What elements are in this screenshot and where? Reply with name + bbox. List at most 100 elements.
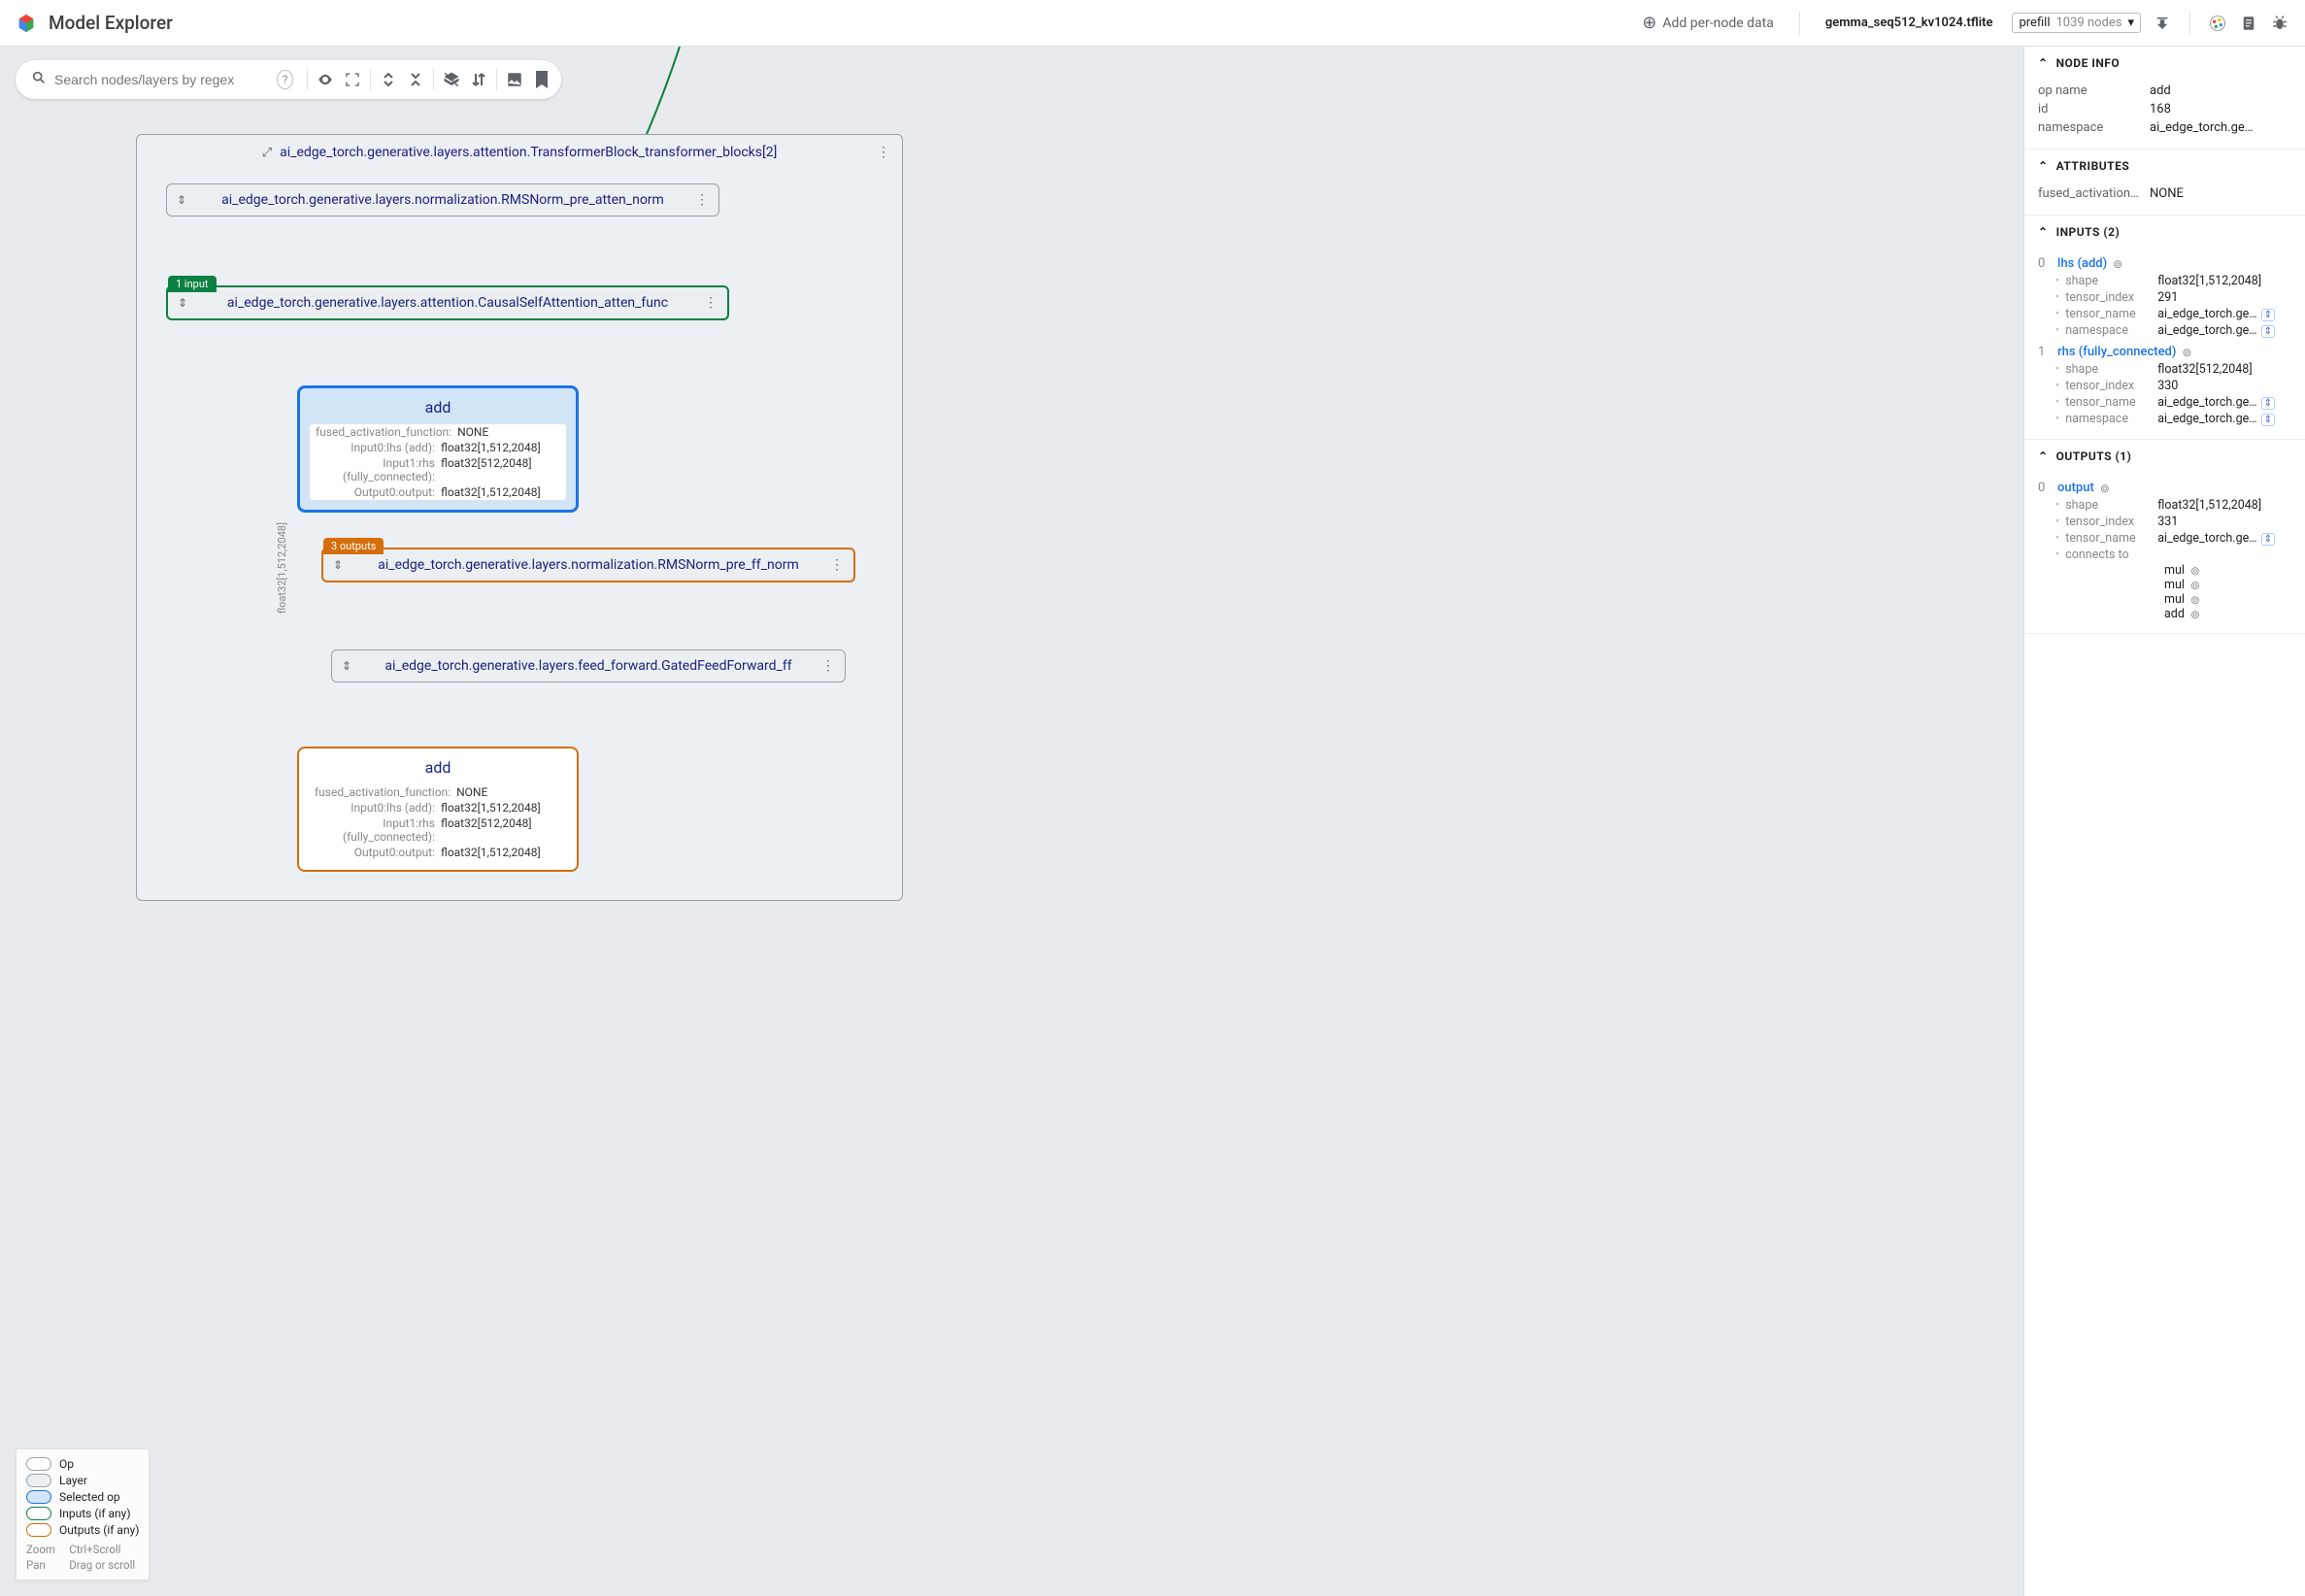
op-row-value: NONE: [456, 785, 561, 799]
pre-ff-norm-layer[interactable]: 3 outputs ⇕ ai_edge_torch.generative.lay…: [321, 548, 855, 582]
expand-icon[interactable]: ⇕: [342, 659, 351, 673]
locate-icon[interactable]: ⊚: [2182, 346, 2191, 359]
locate-icon[interactable]: ⊚: [2190, 608, 2200, 621]
search-icon: [31, 70, 47, 89]
section-title: OUTPUTS (1): [2056, 449, 2132, 463]
locate-icon[interactable]: ⊚: [2190, 579, 2200, 592]
block-title: ai_edge_torch.generative.layers.attentio…: [280, 145, 777, 160]
floating-toolbar: ?: [16, 60, 561, 99]
document-icon[interactable]: [2239, 14, 2258, 33]
op-row-value: float32[1,512,2048]: [441, 801, 561, 815]
chevron-up-icon: ⌃: [2038, 225, 2049, 239]
more-icon[interactable]: ⋮: [695, 192, 709, 208]
expand-all-icon[interactable]: [375, 66, 402, 93]
link-chip[interactable]: ⇕: [2261, 325, 2275, 338]
info-key: op name: [2038, 83, 2150, 98]
info-key: namespace: [2038, 120, 2150, 135]
prop-value: 291: [2157, 290, 2291, 305]
pre-atten-norm-layer[interactable]: ⇕ ai_edge_torch.generative.layers.normal…: [166, 183, 719, 216]
connect-target: add: [2164, 607, 2185, 621]
legend-swatch: [26, 1474, 51, 1487]
link-chip[interactable]: ⇕: [2261, 414, 2275, 426]
prop-key: shape: [2065, 274, 2157, 288]
inputs-header[interactable]: ⌃ INPUTS (2): [2024, 216, 2305, 249]
collapse-all-icon[interactable]: [402, 66, 429, 93]
legend-swatch: [26, 1523, 51, 1537]
expand-icon[interactable]: ⇕: [178, 296, 187, 310]
expand-icon[interactable]: ⇕: [177, 193, 186, 207]
download-icon[interactable]: [2153, 14, 2172, 33]
search-input[interactable]: [54, 72, 269, 87]
layer-label: ai_edge_torch.generative.layers.normaliz…: [221, 192, 664, 208]
pan-hint-v: Drag or scroll: [69, 1558, 139, 1572]
more-icon[interactable]: ⋮: [821, 658, 835, 674]
bookmark-icon[interactable]: [528, 66, 555, 93]
io-name[interactable]: output: [2057, 481, 2094, 495]
app-title: Model Explorer: [49, 12, 173, 34]
ff-layer[interactable]: ⇕ ai_edge_torch.generative.layers.feed_f…: [331, 649, 846, 682]
prop-key: tensor_index: [2065, 515, 2157, 529]
app-header: Model Explorer ⊕ Add per-node data gemma…: [0, 0, 2305, 47]
separator: [2189, 12, 2190, 35]
info-value: 168: [2150, 102, 2291, 116]
locate-icon[interactable]: ⊚: [2113, 257, 2122, 271]
op-title: add: [309, 758, 567, 777]
prop-key: tensor_index: [2065, 379, 2157, 393]
subgraph-select[interactable]: prefill 1039 nodes ▾: [2012, 13, 2141, 33]
info-key: id: [2038, 102, 2150, 116]
prop-key: tensor_name: [2065, 395, 2157, 410]
collapse-icon[interactable]: ⤢: [262, 146, 272, 160]
link-chip[interactable]: ⇕: [2261, 309, 2275, 321]
more-icon[interactable]: ⋮: [704, 295, 718, 311]
add-output-node[interactable]: add fused_activation_function:NONEInput0…: [297, 747, 579, 872]
image-icon[interactable]: [501, 66, 528, 93]
node-info-header[interactable]: ⌃NODE INFO: [2024, 47, 2305, 80]
app-logo-icon: [16, 13, 37, 34]
legend-label: Layer: [59, 1474, 87, 1487]
info-key: fused_activation…: [2038, 186, 2150, 201]
link-chip[interactable]: ⇕: [2261, 397, 2275, 410]
add-selected-node[interactable]: add fused_activation_function:NONEInput0…: [297, 385, 579, 513]
locate-icon[interactable]: ⊚: [2190, 564, 2200, 578]
fit-screen-icon[interactable]: [339, 66, 366, 93]
op-row-key: fused_activation_function:: [316, 425, 457, 439]
prop-key: shape: [2065, 362, 2157, 377]
help-icon[interactable]: ?: [277, 70, 293, 89]
bug-icon[interactable]: [2270, 14, 2289, 33]
prop-value: float32[512,2048]: [2157, 362, 2291, 377]
plus-circle-icon: ⊕: [1642, 13, 1656, 33]
sort-icon[interactable]: [465, 66, 492, 93]
expand-icon[interactable]: ⇕: [333, 558, 343, 572]
more-icon[interactable]: ⋮: [877, 145, 890, 160]
graph-canvas[interactable]: ?: [0, 47, 2023, 1596]
op-row-value: float32[1,512,2048]: [441, 441, 560, 454]
io-name[interactable]: rhs (fully_connected): [2057, 345, 2176, 359]
locate-icon[interactable]: ⊚: [2190, 593, 2200, 607]
op-row-value: float32[512,2048]: [441, 816, 561, 844]
atten-func-layer[interactable]: 1 input ⇕ ai_edge_torch.generative.layer…: [166, 285, 729, 320]
prop-value: ai_edge_torch.ge…⇕: [2157, 395, 2291, 410]
op-title: add: [310, 398, 566, 416]
info-value: ai_edge_torch.ge…: [2150, 120, 2291, 135]
attributes-header[interactable]: ⌃ATTRIBUTES: [2024, 150, 2305, 183]
palette-icon[interactable]: [2208, 14, 2227, 33]
op-row-value: float32[1,512,2048]: [441, 485, 560, 499]
connect-target: mul: [2164, 563, 2185, 578]
op-details-table: fused_activation_function:NONEInput0:lhs…: [310, 424, 566, 500]
locate-icon[interactable]: ⊚: [2100, 482, 2110, 495]
section-title: INPUTS (2): [2056, 225, 2121, 239]
chevron-up-icon: ⌃: [2038, 449, 2049, 463]
outputs-header[interactable]: ⌃ OUTPUTS (1): [2024, 440, 2305, 473]
add-per-node-data-button[interactable]: ⊕ Add per-node data: [1634, 9, 1782, 37]
layers-off-icon[interactable]: [438, 66, 465, 93]
link-chip[interactable]: ⇕: [2261, 533, 2275, 546]
visibility-icon[interactable]: [312, 66, 339, 93]
op-row-key: fused_activation_function:: [315, 785, 456, 799]
pan-hint-k: Pan: [26, 1558, 59, 1572]
io-name[interactable]: lhs (add): [2057, 256, 2107, 271]
op-row-key: Output0:output:: [316, 485, 441, 499]
more-icon[interactable]: ⋮: [830, 557, 844, 573]
op-row-value: NONE: [457, 425, 560, 439]
op-row-value: float32[1,512,2048]: [441, 846, 561, 859]
layer-label: ai_edge_torch.generative.layers.normaliz…: [378, 557, 798, 573]
